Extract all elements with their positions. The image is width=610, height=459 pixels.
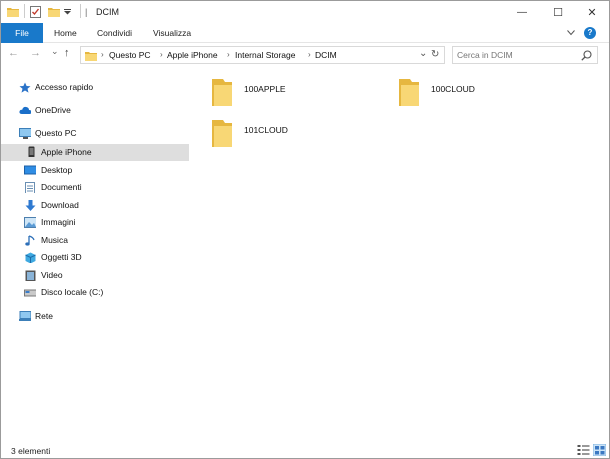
folder-icon bbox=[7, 8, 19, 17]
folder-icon bbox=[85, 52, 97, 61]
folder-name: 100APPLE bbox=[244, 84, 286, 94]
sidebar-item-label: Apple iPhone bbox=[41, 147, 92, 157]
large-icons-view-icon[interactable] bbox=[593, 444, 606, 456]
sidebar-item-label: Musica bbox=[41, 235, 68, 245]
desktop-icon bbox=[24, 165, 36, 175]
sidebar-item-music[interactable]: Musica bbox=[1, 232, 189, 249]
search-input[interactable] bbox=[453, 47, 579, 63]
customize-quick-access-icon[interactable] bbox=[64, 9, 72, 15]
sidebar-item-this-pc[interactable]: Questo PC bbox=[1, 125, 189, 142]
search-box[interactable] bbox=[452, 46, 598, 64]
minimize-button[interactable]: — bbox=[505, 1, 539, 23]
breadcrumb-this-pc[interactable]: Questo PC bbox=[109, 50, 151, 60]
computer-icon bbox=[19, 128, 31, 139]
breadcrumb-dcim[interactable]: DCIM bbox=[315, 50, 337, 60]
sidebar-item-label: Download bbox=[41, 200, 79, 210]
breadcrumb-separator[interactable]: › bbox=[308, 50, 311, 59]
expand-ribbon-icon[interactable] bbox=[567, 30, 575, 36]
address-bar[interactable]: › Questo PC › Apple iPhone › Internal St… bbox=[80, 46, 445, 64]
tab-file[interactable]: File bbox=[1, 23, 43, 43]
sidebar-item-network[interactable]: Rete bbox=[1, 308, 189, 325]
objects-3d-icon bbox=[25, 252, 36, 263]
breadcrumb-separator[interactable]: › bbox=[160, 50, 163, 59]
ribbon-tabs: File Home Condividi Visualizza ? bbox=[1, 23, 609, 43]
folder-icon bbox=[399, 79, 419, 106]
breadcrumb-internal-storage[interactable]: Internal Storage bbox=[235, 50, 295, 60]
refresh-button[interactable]: ↻ bbox=[431, 49, 439, 60]
folder-item-101cloud[interactable]: 101CLOUD bbox=[201, 114, 371, 150]
sidebar-item-download[interactable]: Download bbox=[1, 197, 189, 214]
sidebar-item-onedrive[interactable]: OneDrive bbox=[1, 102, 189, 119]
folder-icon bbox=[212, 120, 232, 147]
tab-view[interactable]: Visualizza bbox=[153, 23, 191, 43]
help-button[interactable]: ? bbox=[584, 27, 596, 39]
folder-item-100apple[interactable]: 100APPLE bbox=[201, 73, 371, 109]
sidebar-item-label: Questo PC bbox=[35, 128, 77, 138]
drive-icon bbox=[24, 289, 36, 297]
new-folder-icon[interactable] bbox=[48, 6, 60, 17]
sidebar-item-label: Video bbox=[41, 270, 63, 280]
forward-button[interactable]: → bbox=[30, 47, 41, 59]
title-separator: | bbox=[85, 7, 88, 17]
folder-icon bbox=[212, 79, 232, 106]
sidebar-item-label: Accesso rapido bbox=[35, 82, 94, 92]
sidebar-item-local-disk[interactable]: Disco locale (C:) bbox=[1, 284, 189, 301]
folder-item-100cloud[interactable]: 100CLOUD bbox=[388, 73, 558, 109]
sidebar-item-label: Immagini bbox=[41, 217, 76, 227]
explorer-window: | DCIM — ☐ ✕ File Home Condividi Visuali… bbox=[0, 0, 610, 459]
up-button[interactable]: ↑ bbox=[64, 47, 70, 59]
title-bar: | DCIM — ☐ ✕ bbox=[1, 1, 609, 23]
file-list: 100APPLE 100CLOUD 101CLOUD bbox=[201, 67, 601, 437]
pictures-icon bbox=[24, 217, 36, 228]
sidebar-item-apple-iphone[interactable]: Apple iPhone bbox=[1, 144, 189, 161]
back-button[interactable]: ← bbox=[8, 47, 19, 59]
breadcrumb-apple-iphone[interactable]: Apple iPhone bbox=[167, 50, 218, 60]
sidebar-item-documents[interactable]: Documenti bbox=[1, 179, 189, 196]
close-button[interactable]: ✕ bbox=[575, 1, 609, 23]
recent-locations-button[interactable]: ⌄ bbox=[51, 46, 59, 57]
download-icon bbox=[25, 200, 36, 211]
status-bar: 3 elementi bbox=[1, 441, 609, 459]
video-icon bbox=[25, 270, 36, 281]
maximize-button[interactable]: ☐ bbox=[541, 1, 575, 23]
item-count: 3 elementi bbox=[11, 446, 51, 456]
sidebar-item-label: Desktop bbox=[41, 165, 73, 175]
sidebar-item-desktop[interactable]: Desktop bbox=[1, 162, 189, 179]
sidebar-item-3d-objects[interactable]: Oggetti 3D bbox=[1, 249, 189, 266]
cloud-icon bbox=[19, 106, 31, 114]
phone-icon bbox=[28, 146, 35, 157]
documents-icon bbox=[25, 182, 35, 193]
details-view-icon[interactable] bbox=[577, 444, 590, 456]
network-icon bbox=[19, 311, 31, 321]
navigation-pane: Accesso rapido OneDrive Questo PC Apple … bbox=[1, 73, 191, 438]
breadcrumb-separator[interactable]: › bbox=[101, 50, 104, 59]
sidebar-item-quick-access[interactable]: Accesso rapido bbox=[1, 79, 189, 96]
properties-icon[interactable] bbox=[30, 6, 41, 18]
sidebar-item-label: Documenti bbox=[41, 182, 82, 192]
sidebar-item-pictures[interactable]: Immagini bbox=[1, 214, 189, 231]
search-icon[interactable] bbox=[581, 50, 592, 61]
sidebar-item-label: Disco locale (C:) bbox=[41, 287, 104, 297]
address-history-dropdown[interactable]: ⌄ bbox=[419, 48, 427, 59]
tab-home[interactable]: Home bbox=[54, 23, 77, 43]
sidebar-item-label: OneDrive bbox=[35, 105, 71, 115]
sidebar-item-video[interactable]: Video bbox=[1, 267, 189, 284]
sidebar-item-label: Oggetti 3D bbox=[41, 252, 82, 262]
folder-name: 100CLOUD bbox=[431, 84, 475, 94]
address-row: ← → ⌄ ↑ › Questo PC › Apple iPhone › Int… bbox=[1, 43, 609, 67]
separator bbox=[80, 4, 81, 18]
window-title: DCIM bbox=[96, 7, 119, 17]
separator bbox=[24, 4, 25, 18]
folder-name: 101CLOUD bbox=[244, 125, 288, 135]
sidebar-item-label: Rete bbox=[35, 311, 53, 321]
music-icon bbox=[25, 235, 35, 246]
star-icon bbox=[19, 82, 31, 93]
tab-share[interactable]: Condividi bbox=[97, 23, 132, 43]
breadcrumb-separator[interactable]: › bbox=[227, 50, 230, 59]
